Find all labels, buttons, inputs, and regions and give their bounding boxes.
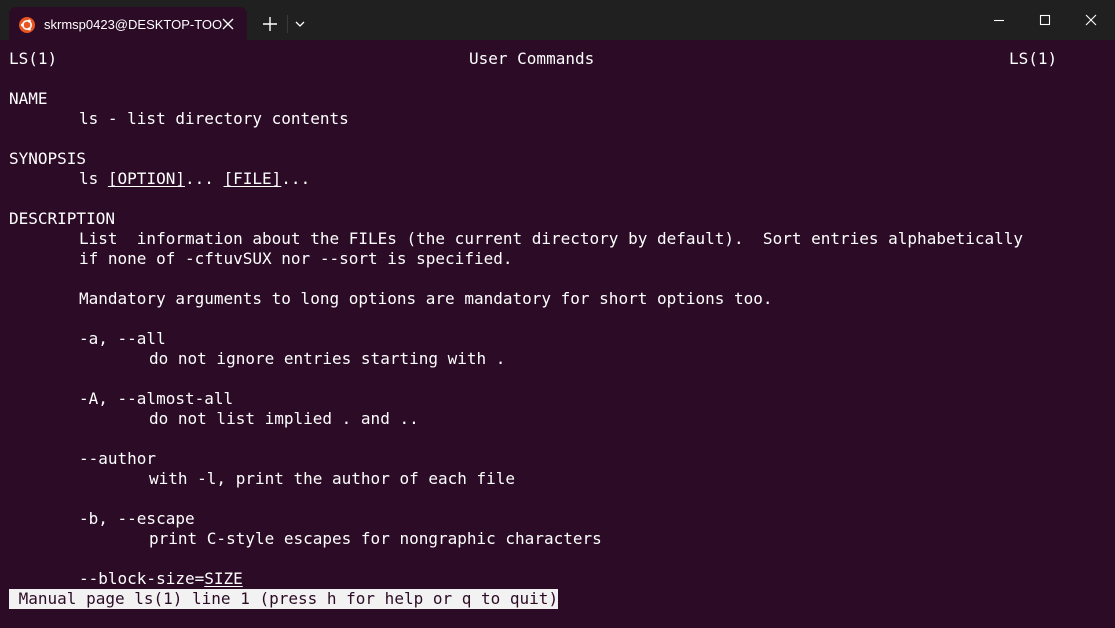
terminal-tab[interactable]: skrmsp0423@DESKTOP-TOO [9, 7, 247, 41]
description-line: List information about the FILEs (the cu… [79, 229, 1024, 248]
block-size-arg: SIZE [204, 569, 243, 588]
terminal-output[interactable]: LS(1) User Commands LS(1) NAME ls - list… [9, 49, 1109, 619]
option-desc: do not ignore entries starting with . [149, 349, 506, 368]
option-desc: do not list implied . and .. [149, 409, 419, 428]
man-header-right: LS(1) [1009, 49, 1058, 68]
synopsis-end: ... [281, 169, 311, 188]
description-line: if none of -cftuvSUX nor --sort is speci… [79, 249, 513, 268]
name-heading: NAME [9, 89, 48, 108]
description-line: Mandatory arguments to long options are … [79, 289, 773, 308]
ubuntu-icon [19, 17, 35, 33]
synopsis-line: ls [OPTION]... [FILE]... [79, 169, 310, 189]
man-header-left: LS(1) [9, 49, 58, 68]
pager-status-line: Manual page ls(1) line 1 (press h for he… [9, 589, 559, 609]
name-text: ls - list directory contents [79, 109, 349, 128]
new-tab-icon[interactable] [259, 13, 281, 35]
option-flag: --block-size=SIZE [79, 569, 243, 589]
synopsis-mid: ... [184, 169, 224, 188]
close-window-icon[interactable] [1080, 9, 1102, 31]
tab-title: skrmsp0423@DESKTOP-TOO [44, 17, 223, 32]
description-heading: DESCRIPTION [9, 209, 115, 228]
chevron-down-icon[interactable] [291, 15, 309, 33]
block-size-prefix: --block-size= [79, 569, 205, 588]
tab-separator [287, 15, 288, 33]
option-flag: -b, --escape [79, 509, 195, 528]
synopsis-file: [FILE] [223, 169, 282, 188]
option-desc: print C-style escapes for nongraphic cha… [149, 529, 602, 548]
synopsis-cmd: ls [79, 169, 108, 188]
option-flag: -a, --all [79, 329, 166, 348]
close-tab-icon[interactable] [220, 16, 236, 32]
minimize-icon[interactable] [988, 9, 1010, 31]
man-header-center: User Commands [469, 49, 595, 68]
option-flag: -A, --almost-all [79, 389, 234, 408]
option-desc: with -l, print the author of each file [149, 469, 516, 488]
synopsis-option: [OPTION] [107, 169, 185, 188]
synopsis-heading: SYNOPSIS [9, 149, 87, 168]
title-bar: skrmsp0423@DESKTOP-TOO [0, 0, 1115, 41]
option-flag: --author [79, 449, 157, 468]
maximize-icon[interactable] [1034, 9, 1056, 31]
